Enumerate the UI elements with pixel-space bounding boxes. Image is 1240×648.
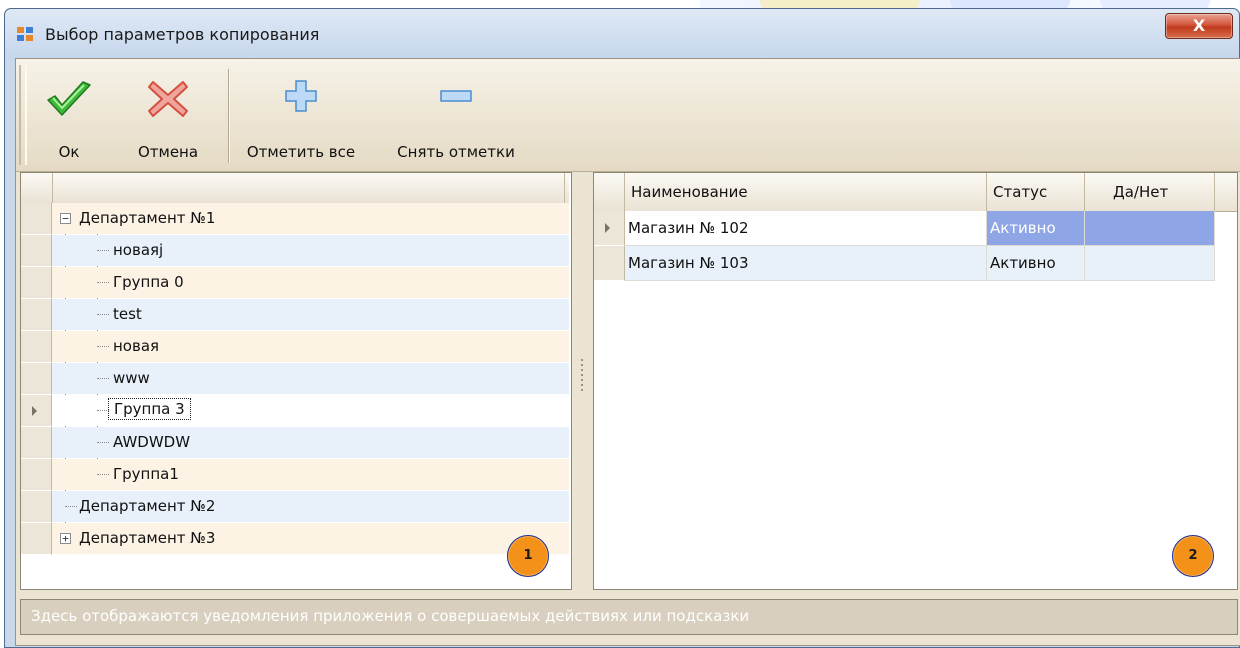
title-bar: Выбор параметров копирования X [5, 9, 1239, 59]
tree-item-label: Группа1 [113, 465, 179, 483]
tree-row-selected[interactable]: Группа 3 [21, 395, 569, 427]
minus-icon [440, 90, 472, 102]
tree-item-label: Департамент №2 [79, 497, 216, 515]
cross-icon [148, 81, 188, 117]
stores-grid[interactable]: Наименование Статус Да/Нет Магазин № 102… [593, 172, 1238, 590]
tree-branch [65, 506, 77, 507]
grid-header: Наименование Статус Да/Нет [594, 173, 1237, 212]
tree-header [21, 173, 569, 204]
grid-header-corner [594, 173, 625, 211]
cancel-button-label: Отмена [137, 143, 199, 161]
tree-row[interactable]: новая [21, 331, 569, 363]
row-indicator [21, 267, 52, 299]
cell-name[interactable]: Магазин № 102 [625, 211, 987, 246]
tree-row[interactable]: Группа1 [21, 459, 569, 491]
tree-item-label: Департамент №3 [79, 529, 216, 547]
uncheck-all-label: Снять отметки [397, 143, 515, 161]
tree-item-label: Департамент №1 [79, 209, 216, 227]
table-row[interactable]: Магазин № 102 Активно [594, 211, 1237, 246]
tree-row[interactable]: www [21, 363, 569, 395]
tree-item-label: Группа 0 [113, 273, 184, 291]
callout-badge-2: 2 [1172, 535, 1214, 577]
tree-item-label: AWDWDW [113, 433, 191, 451]
tree-row[interactable]: − Департамент №1 [21, 203, 569, 235]
row-indicator [21, 235, 52, 267]
tree-header-end [564, 173, 569, 203]
cell-name[interactable]: Магазин № 103 [625, 246, 987, 281]
toolbar-grip [19, 65, 27, 165]
tree-branch [97, 378, 109, 379]
row-indicator [21, 203, 52, 235]
dialog-content: Ок Отмена Отметить все Снять отметки − Д… [15, 58, 1240, 646]
tree-branch [97, 442, 109, 443]
check-all-button[interactable]: Отметить все [238, 63, 364, 167]
row-indicator [21, 459, 52, 491]
column-header-name[interactable]: Наименование [625, 173, 987, 211]
status-bar: Здесь отображаются уведомления приложени… [20, 599, 1238, 635]
dialog-window: Выбор параметров копирования X Ок Отмена [4, 8, 1240, 648]
tree-branch [97, 410, 109, 411]
row-indicator [21, 299, 52, 331]
tree-header-corner [21, 173, 53, 203]
callout-badge-1: 1 [507, 535, 549, 577]
status-bar-text: Здесь отображаются уведомления приложени… [31, 607, 750, 625]
current-row-arrow-icon [605, 223, 610, 233]
tree-branch [97, 314, 109, 315]
row-indicator [21, 331, 52, 363]
row-indicator [594, 246, 625, 281]
check-all-label: Отметить все [246, 143, 356, 161]
toolbar: Ок Отмена Отметить все Снять отметки [16, 59, 1240, 172]
tree-row[interactable]: test [21, 299, 569, 331]
tree-branch [97, 474, 109, 475]
tree-row[interactable]: + Департамент №3 [21, 523, 569, 555]
row-indicator [21, 427, 52, 459]
checkmark-icon [47, 81, 91, 116]
ok-button-label: Ок [58, 143, 80, 161]
current-row-arrow-icon [32, 406, 37, 416]
cell-yes-no[interactable] [1085, 246, 1215, 281]
tree-row[interactable]: новаяj [21, 235, 569, 267]
panel-splitter[interactable] [581, 359, 584, 399]
ok-button[interactable]: Ок [34, 63, 104, 167]
cell-yes-no-selected[interactable] [1085, 211, 1215, 246]
tree-row[interactable]: Департамент №2 [21, 491, 569, 523]
toolbar-separator [228, 69, 230, 163]
cell-status[interactable]: Активно [987, 246, 1085, 281]
column-header-yes-no[interactable]: Да/Нет [1085, 173, 1215, 211]
tree-row[interactable]: Группа 0 [21, 267, 569, 299]
row-indicator [21, 363, 52, 395]
row-indicator [21, 491, 52, 523]
uncheck-all-button[interactable]: Снять отметки [382, 63, 530, 167]
tree-item-label: test [113, 305, 142, 323]
plus-icon [285, 80, 317, 112]
cancel-button[interactable]: Отмена [120, 63, 216, 167]
tree-branch [97, 282, 109, 283]
row-indicator [21, 523, 52, 555]
tree-item-label: www [113, 369, 150, 387]
expand-icon[interactable]: + [60, 533, 71, 544]
row-indicator [594, 211, 625, 246]
table-row[interactable]: Магазин № 103 Активно [594, 246, 1237, 281]
cell-status-selected[interactable]: Активно [987, 211, 1085, 246]
tree-branch [97, 346, 109, 347]
column-header-status[interactable]: Статус [987, 173, 1085, 211]
app-icon [17, 27, 35, 43]
row-indicator [21, 395, 52, 427]
department-tree[interactable]: − Департамент №1 новаяj Группа 0 test но… [20, 172, 572, 590]
tree-branch [97, 250, 109, 251]
close-button[interactable]: X [1165, 13, 1233, 39]
tree-row[interactable]: AWDWDW [21, 427, 569, 459]
tree-item-label-focused: Группа 3 [108, 398, 191, 420]
window-title: Выбор параметров копирования [45, 25, 320, 44]
tree-item-label: новая [113, 337, 160, 355]
tree-item-label: новаяj [113, 241, 164, 259]
collapse-icon[interactable]: − [60, 213, 71, 224]
